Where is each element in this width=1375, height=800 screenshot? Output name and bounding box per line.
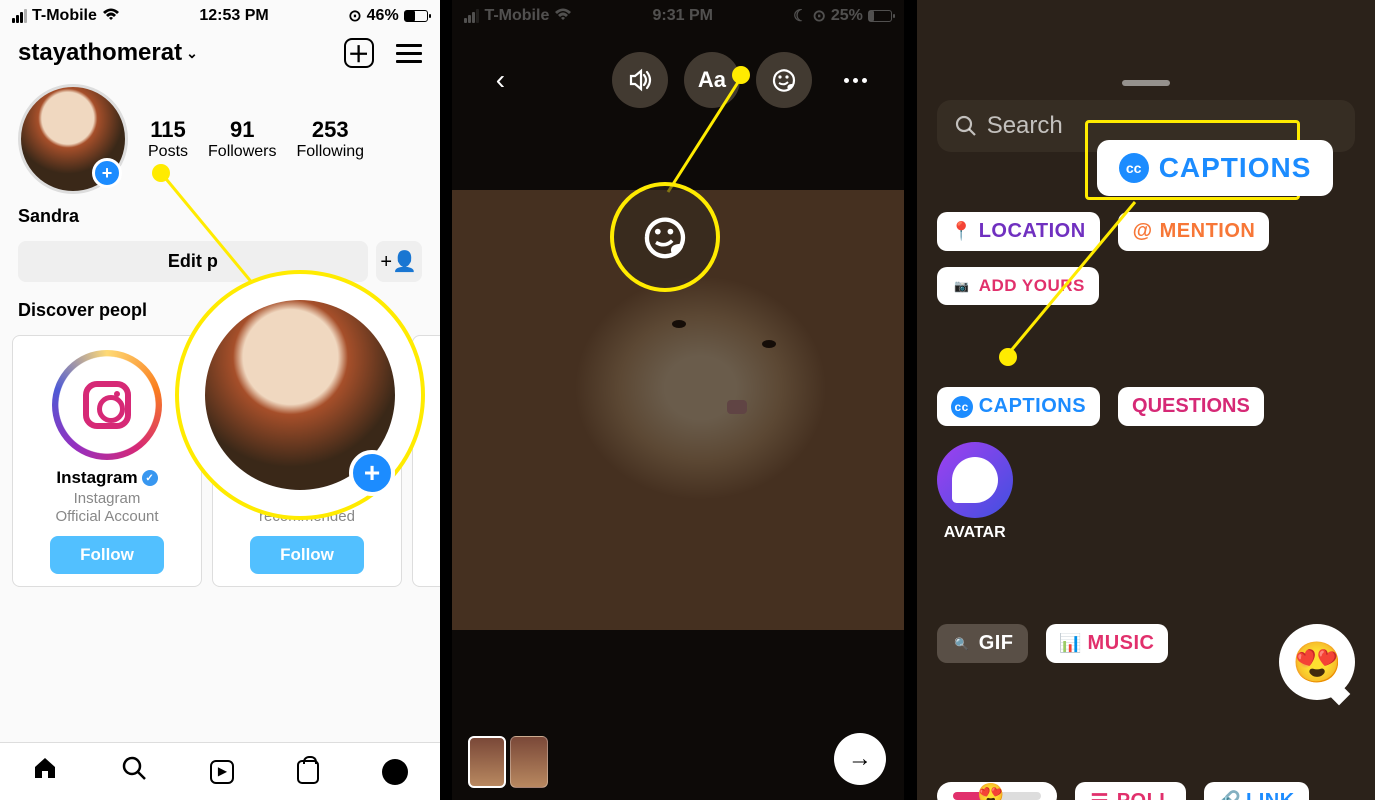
verified-icon: ✓ xyxy=(142,470,158,486)
addyours-sticker[interactable]: 📷ADD YOURS xyxy=(937,267,1099,305)
suggestion-cards: Instagram✓ InstagramOfficial Account Fol… xyxy=(0,327,440,595)
emoji-sticker[interactable]: 😍 xyxy=(1279,624,1355,700)
music-icon: 📊 xyxy=(1060,633,1082,655)
follow-button[interactable]: Follow xyxy=(50,536,164,574)
media-thumbnails xyxy=(468,736,548,788)
chevron-down-icon: ⌄ xyxy=(186,45,198,62)
cc-icon: cc xyxy=(951,396,973,418)
discover-people-button[interactable]: +👤 xyxy=(376,241,422,282)
suggestion-card: re xyxy=(412,335,440,587)
alarm-icon: ⊙ xyxy=(348,6,361,26)
thumbnail[interactable] xyxy=(510,736,548,788)
sticker-search[interactable]: Search xyxy=(937,100,1355,152)
profile-tab[interactable] xyxy=(382,759,408,785)
create-button[interactable]: ＋ xyxy=(344,38,374,68)
thumbnail[interactable] xyxy=(468,736,506,788)
add-story-icon[interactable]: + xyxy=(92,158,122,188)
status-bar: T-Mobile 12:53 PM ⊙ 46% xyxy=(0,0,440,32)
discover-heading: Discover peopl xyxy=(0,294,440,327)
mention-sticker[interactable]: @MENTION xyxy=(1118,212,1270,251)
avatar-icon xyxy=(937,442,1013,518)
wifi-icon xyxy=(102,8,120,25)
next-button[interactable]: → xyxy=(834,733,886,785)
stat-posts[interactable]: 115 Posts xyxy=(148,117,188,161)
username-dropdown[interactable]: stayathomerat ⌄ xyxy=(18,39,198,67)
back-button[interactable]: ‹ xyxy=(472,52,528,108)
display-name: Sandra xyxy=(0,204,440,229)
drag-handle[interactable] xyxy=(1122,80,1170,86)
battery-icon xyxy=(404,10,428,22)
location-icon: 📍 xyxy=(951,221,973,243)
text-button[interactable]: Aa xyxy=(684,52,740,108)
audio-button[interactable] xyxy=(612,52,668,108)
poll-sticker[interactable]: ☰POLL xyxy=(1075,782,1186,800)
stat-followers[interactable]: 91 Followers xyxy=(208,117,276,161)
camera-icon: 📷 xyxy=(951,275,973,297)
sticker-picker-screen: Search 📍LOCATION @MENTION 📷ADD YOURS ccC… xyxy=(917,0,1375,800)
battery-pct: 46% xyxy=(367,7,399,25)
follow-button[interactable]: Follow xyxy=(250,536,364,574)
verified-icon: ✓ xyxy=(354,470,370,486)
captions-sticker[interactable]: ccCAPTIONS xyxy=(937,387,1100,426)
search-placeholder: Search xyxy=(987,112,1063,140)
card-avatar[interactable] xyxy=(252,350,362,460)
card-avatar[interactable] xyxy=(52,350,162,460)
menu-button[interactable] xyxy=(396,44,422,63)
stat-following[interactable]: 253 Following xyxy=(296,117,364,161)
profile-avatar[interactable]: + xyxy=(18,84,128,194)
suggestion-card: Rocketship...✓ Instagramrecommended Foll… xyxy=(212,335,402,587)
at-icon: @ xyxy=(1132,221,1154,243)
carrier-label: T-Mobile xyxy=(32,7,97,25)
location-sticker[interactable]: 📍LOCATION xyxy=(937,212,1100,251)
time-label: 12:53 PM xyxy=(199,7,268,25)
sticker-button[interactable] xyxy=(756,52,812,108)
story-editor-screen: T-Mobile 9:31 PM ☾ ⊙ 25% ‹ Aa → xyxy=(452,0,903,800)
home-tab[interactable] xyxy=(32,755,58,788)
avatar-sticker[interactable]: AVATAR xyxy=(937,442,1013,542)
more-button[interactable] xyxy=(828,52,884,108)
search-icon: 🔍 xyxy=(951,633,973,655)
tab-bar xyxy=(0,742,440,800)
questions-sticker[interactable]: QUESTIONS xyxy=(1118,387,1264,426)
profile-screen: T-Mobile 12:53 PM ⊙ 46% stayathomerat ⌄ … xyxy=(0,0,440,800)
shop-tab[interactable] xyxy=(297,760,319,784)
gif-sticker[interactable]: 🔍GIF xyxy=(937,624,1028,663)
music-sticker[interactable]: 📊MUSIC xyxy=(1046,624,1169,663)
edit-profile-button[interactable]: Edit p xyxy=(18,241,368,282)
link-sticker[interactable]: 🔗LINK xyxy=(1204,782,1309,800)
link-icon: 🔗 xyxy=(1218,791,1240,800)
search-icon xyxy=(955,115,977,137)
reels-tab[interactable] xyxy=(210,760,234,784)
search-tab[interactable] xyxy=(121,755,147,788)
slider-sticker[interactable] xyxy=(937,782,1057,800)
suggestion-card: Instagram✓ InstagramOfficial Account Fol… xyxy=(12,335,202,587)
poll-icon: ☰ xyxy=(1089,791,1111,800)
signal-icon xyxy=(12,9,27,23)
